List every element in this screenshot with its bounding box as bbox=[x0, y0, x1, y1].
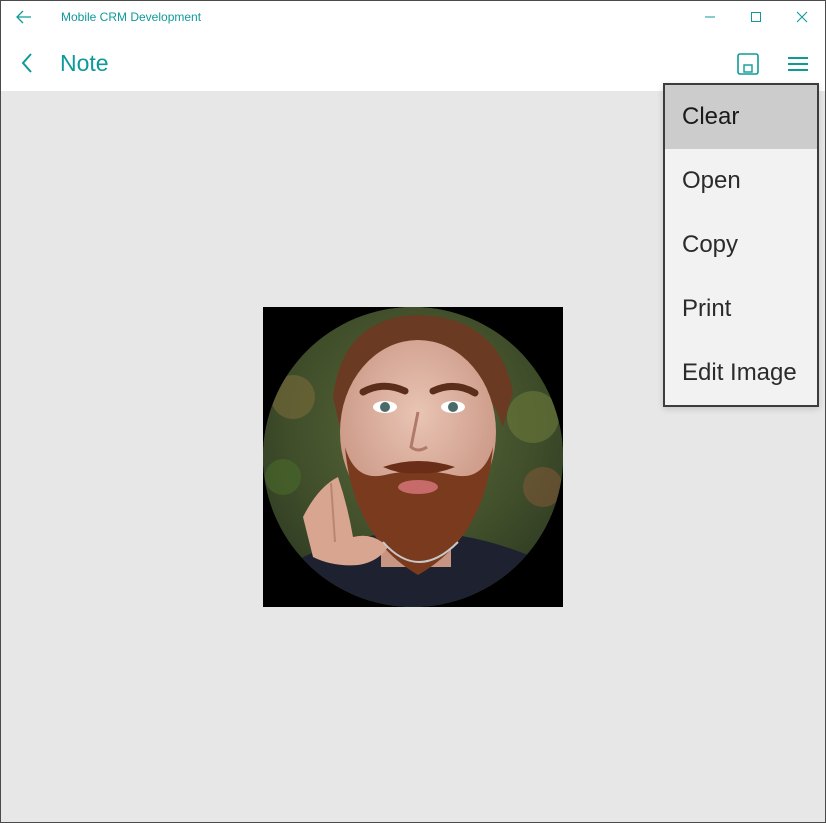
minimize-icon bbox=[705, 16, 715, 18]
back-button[interactable] bbox=[13, 49, 41, 77]
title-bar: Mobile CRM Development bbox=[1, 1, 825, 33]
menu-item-print[interactable]: Print bbox=[665, 277, 817, 341]
hamburger-icon bbox=[788, 57, 808, 71]
titlebar-back-button[interactable] bbox=[9, 3, 39, 31]
maximize-button[interactable] bbox=[733, 1, 779, 33]
menu-item-open[interactable]: Open bbox=[665, 149, 817, 213]
menu-item-edit-image[interactable]: Edit Image bbox=[665, 341, 817, 405]
maximize-icon bbox=[751, 12, 761, 22]
page-title: Note bbox=[60, 50, 109, 76]
save-button[interactable] bbox=[733, 49, 763, 79]
close-icon bbox=[796, 11, 808, 23]
app-title: Mobile CRM Development bbox=[61, 10, 202, 24]
save-icon bbox=[737, 53, 759, 75]
arrow-left-icon bbox=[16, 10, 31, 24]
menu-item-copy[interactable]: Copy bbox=[665, 213, 817, 277]
minimize-button[interactable] bbox=[687, 1, 733, 33]
chevron-left-icon bbox=[21, 53, 32, 73]
note-image[interactable] bbox=[263, 307, 563, 607]
app-window: Mobile CRM Development Note Clear Open C… bbox=[0, 0, 826, 823]
menu-button[interactable] bbox=[783, 49, 813, 79]
overflow-menu: Clear Open Copy Print Edit Image bbox=[663, 83, 819, 407]
profile-photo bbox=[263, 307, 563, 607]
portrait-illustration bbox=[263, 307, 563, 607]
close-button[interactable] bbox=[779, 1, 825, 33]
menu-item-clear[interactable]: Clear bbox=[665, 85, 817, 149]
